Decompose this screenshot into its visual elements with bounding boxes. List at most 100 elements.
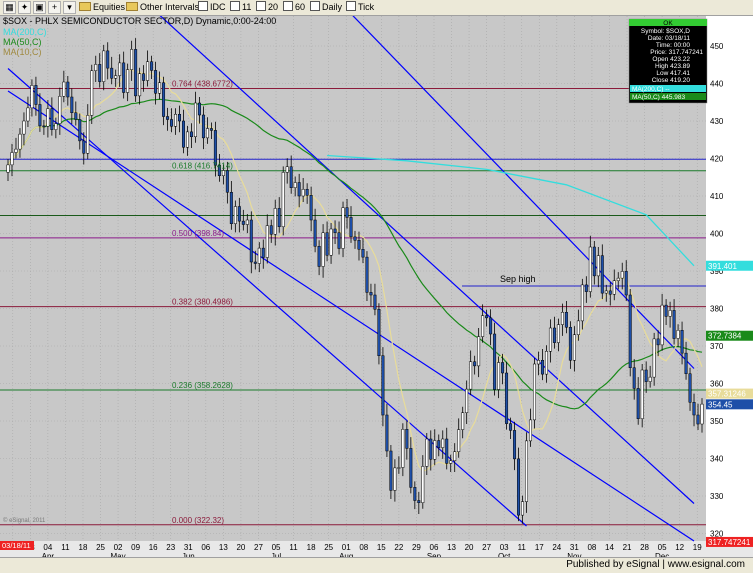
candle-body: [237, 206, 241, 222]
candle-body: [225, 170, 229, 193]
settings-icon[interactable]: ✦: [18, 1, 31, 14]
tick-toggle[interactable]: Tick: [346, 1, 374, 14]
candle-body: [437, 440, 441, 448]
candle-body: [185, 131, 189, 148]
candle-body: [668, 310, 672, 317]
equities-label: Equities: [93, 2, 126, 12]
y-tick-label: 340: [710, 455, 724, 464]
interval-20-toggle[interactable]: 20: [256, 1, 278, 14]
candle-body: [513, 430, 517, 460]
other-intervals-menu[interactable]: Other Intervals: [126, 1, 199, 14]
candle-body: [441, 438, 445, 448]
candle-body: [281, 172, 285, 227]
interval-60-label: 60: [295, 2, 306, 12]
color-icon[interactable]: ▣: [33, 1, 46, 14]
candle-body: [333, 228, 337, 233]
candle-body: [477, 336, 481, 367]
candle-body: [612, 280, 616, 295]
candle-body: [197, 102, 201, 116]
y-tick-label: 420: [710, 155, 724, 164]
candle-body: [257, 247, 261, 264]
x-tick-label: 14: [605, 543, 614, 552]
candle-body: [365, 256, 369, 293]
candle-body: [616, 277, 620, 281]
candle-body: [688, 373, 692, 403]
candle-body: [46, 108, 50, 127]
x-tick-label: 19: [693, 543, 702, 552]
candle-body: [309, 195, 313, 221]
candle-body: [425, 438, 429, 467]
candle-body: [373, 294, 377, 310]
x-tick-label: 13: [447, 543, 456, 552]
candle-body: [393, 467, 397, 491]
candle-body: [82, 140, 86, 154]
candle-body: [532, 363, 536, 421]
x-tick-label: 04: [43, 543, 52, 552]
y-tick-label: 400: [710, 230, 724, 239]
candle-body: [146, 61, 150, 81]
checkbox-icon: [230, 1, 240, 11]
candle-body: [485, 315, 489, 319]
x-tick-label: 05: [658, 543, 667, 552]
candle-body: [170, 119, 174, 127]
candle-body: [453, 451, 457, 461]
info-row: Open 423.22: [652, 56, 690, 63]
x-tick-label: 22: [394, 543, 403, 552]
candle-body: [684, 352, 688, 374]
candle-body: [10, 152, 14, 166]
interval-11-toggle[interactable]: 11: [230, 1, 251, 14]
candle-body: [652, 338, 656, 378]
checkbox-icon: [310, 1, 320, 11]
info-row: Price: 317.747241: [650, 49, 703, 56]
price-chart[interactable]: 0.764 (438.6772) 0.618 (416.7414) 0.500 (3…: [0, 16, 753, 557]
footer-text: Published by eSignal | www.esignal.com: [566, 559, 745, 570]
y-tick-label: 360: [710, 380, 724, 389]
candle-body: [564, 312, 568, 328]
y-tick-label: 330: [710, 492, 724, 501]
x-tick-label: 03: [500, 543, 509, 552]
x-tick-label: 31: [184, 543, 193, 552]
candle-body: [337, 232, 341, 249]
candle-body: [588, 246, 592, 292]
candle-body: [233, 206, 237, 224]
candle-body: [461, 412, 465, 430]
candle-body: [576, 320, 580, 335]
x-tick-label: 06: [430, 543, 439, 552]
chevron-down-icon[interactable]: ▾: [63, 1, 76, 14]
candle-body: [261, 247, 265, 258]
candle-body: [205, 128, 209, 139]
x-tick-label: 11: [518, 543, 527, 552]
add-icon[interactable]: +: [48, 1, 61, 14]
candle-body: [174, 114, 178, 127]
candle-body: [521, 501, 525, 516]
candle-body: [58, 96, 62, 124]
info-box-header-text: OK: [663, 20, 673, 27]
interval-60-toggle[interactable]: 60: [283, 1, 305, 14]
tick-label: Tick: [358, 2, 375, 12]
candle-body: [70, 96, 74, 113]
idc-toggle[interactable]: IDC: [198, 1, 226, 14]
candle-body: [497, 362, 501, 390]
candle-body: [624, 271, 628, 296]
candle-body: [429, 438, 433, 460]
candle-body: [90, 70, 94, 116]
equities-menu[interactable]: Equities: [79, 1, 125, 14]
candle-body: [409, 448, 413, 488]
candle-body: [544, 351, 548, 375]
candle-body: [349, 217, 353, 238]
x-tick-label: 11: [289, 543, 298, 552]
candle-body: [465, 388, 469, 413]
footer: Published by eSignal | www.esignal.com: [0, 557, 753, 573]
x-tick-label: 28: [640, 543, 649, 552]
candle-body: [608, 290, 612, 295]
candle-body: [54, 123, 58, 130]
candle-body: [329, 228, 333, 256]
candle-body: [568, 327, 572, 361]
x-tick-label: 25: [96, 543, 105, 552]
candle-body: [321, 232, 325, 267]
candle-body: [193, 102, 197, 137]
daily-toggle[interactable]: Daily: [310, 1, 342, 14]
price-tag-label: 354.45: [708, 400, 733, 409]
candle-body: [680, 330, 684, 354]
grid-icon[interactable]: ▦: [3, 1, 16, 14]
